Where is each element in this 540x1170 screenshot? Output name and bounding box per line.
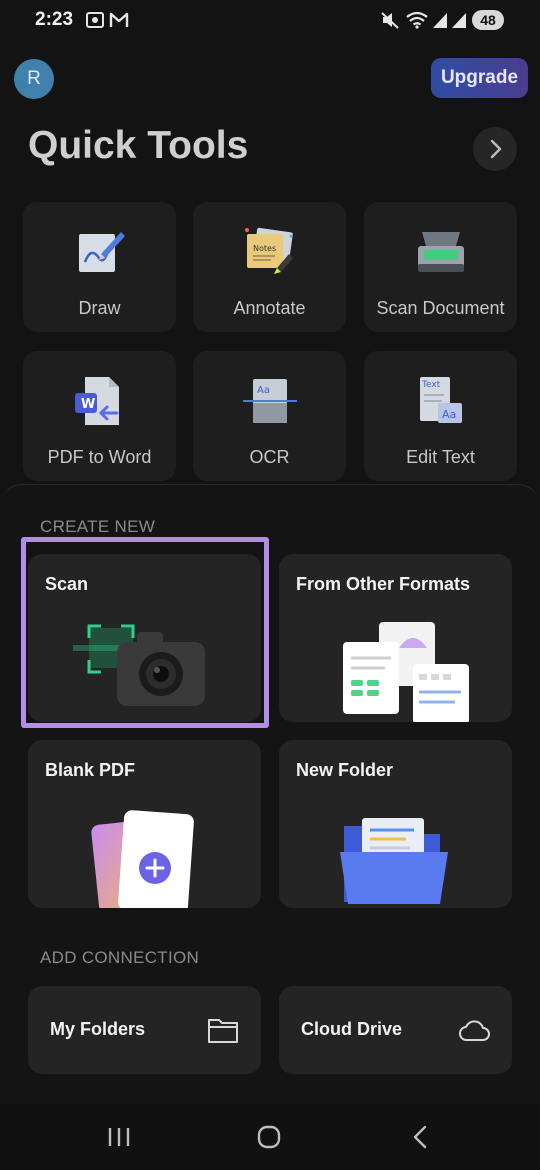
tool-label: Edit Text xyxy=(406,447,475,467)
tool-label: OCR xyxy=(249,447,290,467)
folder-open-icon xyxy=(339,818,448,904)
card-title: From Other Formats xyxy=(296,574,471,594)
screen-record-icon xyxy=(86,12,104,28)
page-title: Quick Tools xyxy=(28,124,249,167)
word-letter: W xyxy=(81,397,95,412)
avatar[interactable]: R xyxy=(14,59,54,99)
status-time: 2:23 xyxy=(35,9,74,30)
create-from-other-formats-card[interactable]: From Other Formats xyxy=(279,554,512,722)
tool-label: Annotate xyxy=(233,298,306,318)
wifi-icon xyxy=(406,11,428,29)
signal-icon xyxy=(433,13,447,28)
folder-outline-icon xyxy=(208,1019,238,1043)
draw-icon xyxy=(78,232,125,272)
edit-text-top: Text xyxy=(421,380,441,390)
tool-draw[interactable]: Draw xyxy=(23,202,176,332)
edit-text-icon: Text Aa xyxy=(419,377,462,423)
tool-label: PDF to Word xyxy=(47,447,152,467)
tool-scan-document[interactable]: Scan Document xyxy=(364,202,517,332)
pdf-to-word-icon: W xyxy=(74,377,119,425)
notes-text: Notes xyxy=(253,244,276,253)
signal-icon-2 xyxy=(452,13,466,28)
tool-label: Draw xyxy=(78,298,121,318)
chevron-right-icon xyxy=(490,139,502,159)
card-title: Blank PDF xyxy=(45,760,136,780)
card-title: New Folder xyxy=(296,760,394,780)
quick-tools-more-button[interactable] xyxy=(473,127,517,171)
card-title: Scan xyxy=(45,574,89,594)
connection-cloud-drive[interactable]: Cloud Drive xyxy=(279,986,512,1074)
back-icon[interactable] xyxy=(406,1122,436,1152)
create-blank-pdf-card[interactable]: Blank PDF xyxy=(28,740,261,908)
tool-ocr[interactable]: Aa OCR xyxy=(193,351,346,481)
mute-icon xyxy=(381,12,399,29)
system-nav-bar xyxy=(0,1104,540,1170)
add-connection-label: ADD CONNECTION xyxy=(40,948,200,967)
battery-level: 48 xyxy=(472,10,504,30)
annotate-icon: Notes xyxy=(244,227,293,274)
connection-label: My Folders xyxy=(50,1019,146,1039)
home-icon[interactable] xyxy=(254,1122,284,1152)
create-new-folder-card[interactable]: New Folder xyxy=(279,740,512,908)
edit-text-bottom: Aa xyxy=(442,408,456,421)
recent-apps-icon[interactable] xyxy=(104,1122,134,1152)
tool-edit-text[interactable]: Text Aa Edit Text xyxy=(364,351,517,481)
blank-pdf-add-icon xyxy=(90,810,194,908)
ocr-aa-text: Aa xyxy=(257,385,270,396)
tool-pdf-to-word[interactable]: W PDF to Word xyxy=(23,351,176,481)
connection-my-folders[interactable]: My Folders xyxy=(28,986,261,1074)
documents-icon xyxy=(342,622,469,722)
tool-annotate[interactable]: Notes Annotate xyxy=(193,202,346,332)
connection-label: Cloud Drive xyxy=(301,1019,403,1039)
tool-label: Scan Document xyxy=(376,298,505,318)
status-bar: 2:23 48 xyxy=(0,0,540,42)
camera-scan-icon xyxy=(72,624,205,706)
cloud-icon xyxy=(459,1020,490,1041)
create-new-label: CREATE NEW xyxy=(40,517,156,536)
gmail-icon xyxy=(109,12,129,27)
scanner-icon xyxy=(417,232,464,272)
upgrade-button[interactable]: Upgrade xyxy=(431,58,528,98)
ocr-icon: Aa xyxy=(242,379,297,423)
create-scan-card[interactable]: Scan xyxy=(28,554,261,722)
